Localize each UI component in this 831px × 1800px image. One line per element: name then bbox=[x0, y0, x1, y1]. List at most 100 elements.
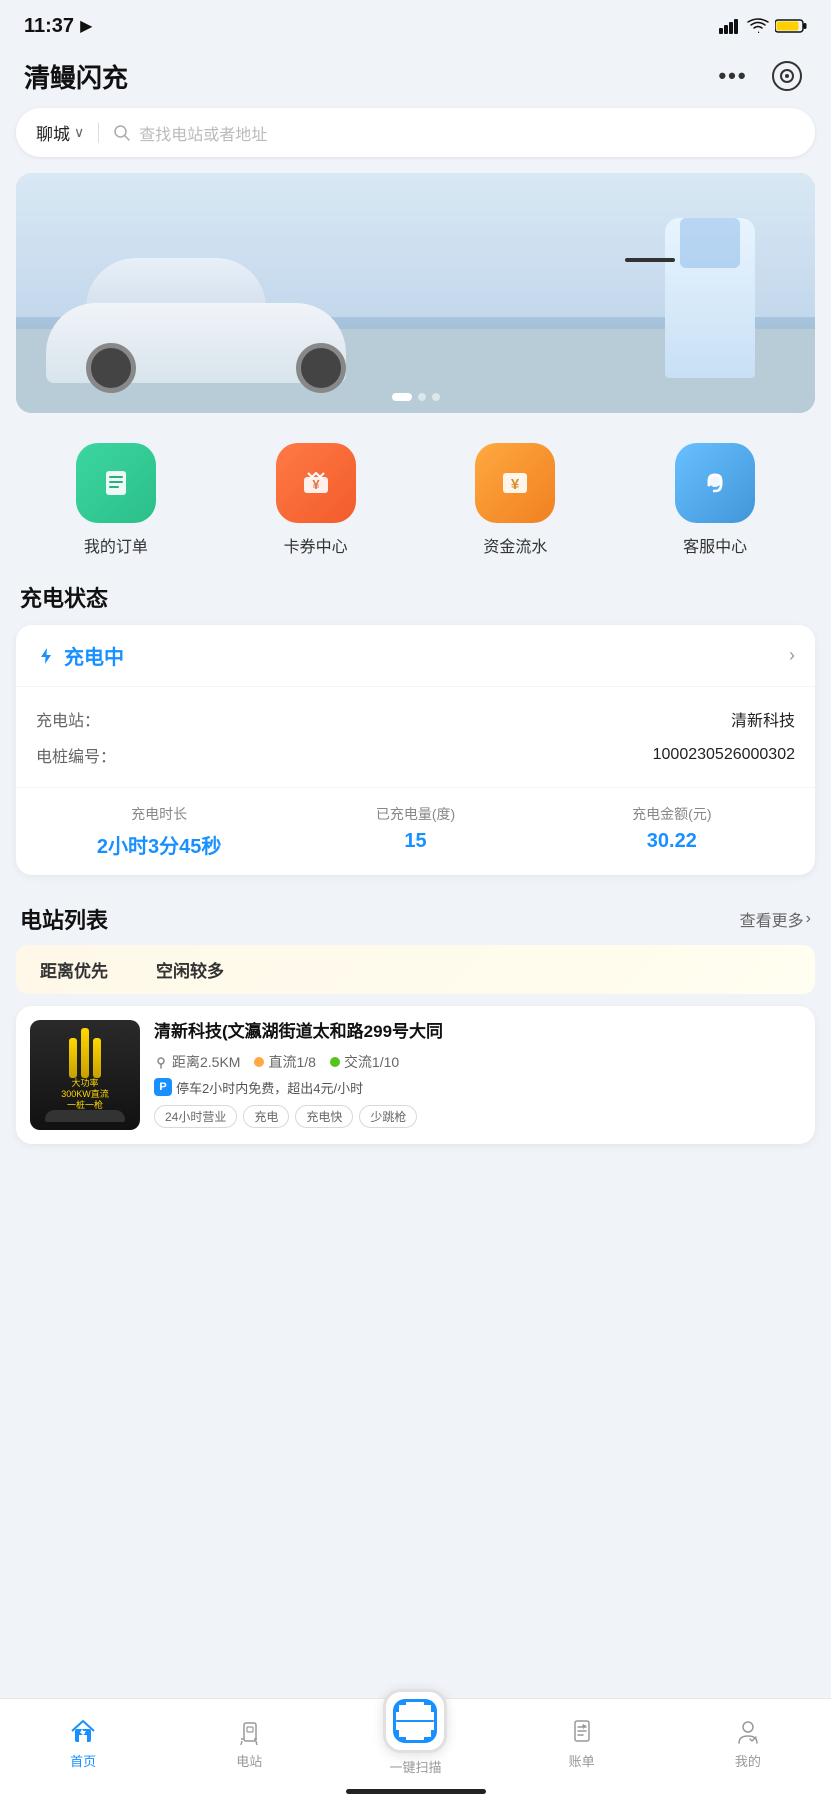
banner-dot-3 bbox=[432, 393, 440, 401]
location-text: 聊城 bbox=[36, 120, 70, 145]
funds-label: 资金流水 bbox=[483, 533, 547, 557]
station-image: 大功率 300KW直流 一桩一枪 bbox=[30, 1020, 140, 1130]
ac-item: 交流1/10 bbox=[330, 1052, 399, 1072]
dc-item: 直流1/8 bbox=[254, 1052, 315, 1072]
quick-action-service[interactable]: 客服中心 bbox=[675, 443, 755, 557]
pile-label: 电桩编号： bbox=[36, 743, 116, 767]
station-label: 电站 bbox=[236, 1751, 262, 1770]
search-icon bbox=[113, 124, 131, 142]
charging-header[interactable]: 充电中 › bbox=[16, 625, 815, 687]
banner-dot-2 bbox=[418, 393, 426, 401]
duration-label: 充电时长 bbox=[131, 804, 187, 824]
stat-energy: 已充电量(度) 15 bbox=[292, 804, 538, 859]
status-icons bbox=[719, 18, 807, 34]
nav-home[interactable]: 首页 bbox=[43, 1715, 123, 1770]
station-icon bbox=[233, 1715, 265, 1747]
orders-icon bbox=[76, 443, 156, 523]
nav-mine[interactable]: 我的 bbox=[708, 1715, 788, 1770]
station-name: 清新科技 bbox=[731, 707, 795, 731]
funds-icon: ¥ bbox=[475, 443, 555, 523]
station-tags: 24小时营业 充电 充电快 少跳枪 bbox=[154, 1105, 801, 1128]
tag-gun: 少跳枪 bbox=[359, 1105, 417, 1128]
status-time: 11:37 bbox=[24, 15, 74, 38]
charging-section-header: 充电状态 bbox=[0, 577, 831, 625]
tag-charge: 充电 bbox=[243, 1105, 289, 1128]
distance-text: 距离2.5KM bbox=[172, 1052, 240, 1072]
cards-label: 卡券中心 bbox=[284, 533, 348, 557]
charging-arrow-icon: › bbox=[789, 645, 795, 666]
tag-fast: 充电快 bbox=[295, 1105, 353, 1128]
station-name-0: 清新科技(文瀛湖街道太和路299号大同 bbox=[154, 1020, 801, 1044]
see-more-button[interactable]: 查看更多 › bbox=[740, 907, 811, 931]
chevron-down-icon: ∨ bbox=[74, 124, 84, 141]
banner-dot-1 bbox=[392, 393, 412, 401]
pile-number: 1000230526000302 bbox=[653, 746, 795, 764]
pile-row: 电桩编号： 1000230526000302 bbox=[36, 737, 795, 773]
home-label: 首页 bbox=[70, 1751, 96, 1770]
stat-duration: 充电时长 2小时3分45秒 bbox=[36, 804, 282, 859]
charging-card: 充电中 › 充电站： 清新科技 电桩编号： 1000230526000302 充… bbox=[16, 625, 815, 875]
scan-circle-icon bbox=[771, 60, 803, 92]
svg-text:¥: ¥ bbox=[511, 476, 520, 493]
station-label: 充电站： bbox=[36, 707, 100, 731]
charging-stats: 充电时长 2小时3分45秒 已充电量(度) 15 充电金额(元) 30.22 bbox=[16, 787, 815, 875]
nav-scan[interactable]: 一键扫描 bbox=[375, 1709, 455, 1776]
parking-info: P 停车2小时内免费，超出4元/小时 bbox=[154, 1078, 801, 1097]
station-row: 充电站： 清新科技 bbox=[36, 701, 795, 737]
scan-button[interactable] bbox=[383, 1689, 447, 1753]
ac-text: 交流1/10 bbox=[344, 1052, 399, 1072]
charging-title: 充电状态 bbox=[20, 581, 108, 613]
service-icon bbox=[675, 443, 755, 523]
distance-item: 距离2.5KM bbox=[154, 1052, 240, 1072]
amount-label: 充电金额(元) bbox=[632, 804, 711, 824]
filter-idle[interactable]: 空闲较多 bbox=[132, 945, 248, 994]
quick-action-funds[interactable]: ¥ 资金流水 bbox=[475, 443, 555, 557]
stat-amount: 充电金额(元) 30.22 bbox=[549, 804, 795, 859]
signal-icon bbox=[719, 18, 741, 34]
filter-tabs: 距离优先 空闲较多 bbox=[16, 945, 815, 994]
wifi-icon bbox=[747, 18, 769, 34]
mine-label: 我的 bbox=[735, 1751, 761, 1770]
dc-text: 直流1/8 bbox=[268, 1052, 315, 1072]
bottom-nav: 首页 电站 一键扫描 bbox=[0, 1698, 831, 1800]
search-bar[interactable]: 聊城 ∨ 查找电站或者地址 bbox=[16, 108, 815, 157]
charging-info: 充电站： 清新科技 电桩编号： 1000230526000302 bbox=[16, 687, 815, 787]
more-button[interactable]: ••• bbox=[713, 56, 753, 96]
lightning-icon bbox=[36, 646, 56, 666]
station-card-0[interactable]: 大功率 300KW直流 一桩一枪 清新科技(文瀛湖街道太和路299号大同 距离2… bbox=[16, 1006, 815, 1144]
chevron-right-icon: › bbox=[806, 910, 811, 928]
home-indicator bbox=[346, 1789, 486, 1794]
scan-header-button[interactable] bbox=[767, 56, 807, 96]
mine-icon bbox=[732, 1715, 764, 1747]
station-list-header: 电站列表 查看更多 › bbox=[0, 895, 831, 945]
energy-value: 15 bbox=[404, 830, 426, 853]
svg-text:¥: ¥ bbox=[312, 477, 320, 492]
quick-actions: 我的订单 ¥ 卡券中心 ¥ 资金流水 bbox=[0, 433, 831, 577]
home-icon bbox=[67, 1715, 99, 1747]
parking-icon: P bbox=[154, 1078, 172, 1096]
quick-action-cards[interactable]: ¥ 卡券中心 bbox=[276, 443, 356, 557]
orders-label: 我的订单 bbox=[84, 533, 148, 557]
battery-icon bbox=[775, 18, 807, 34]
parking-text: 停车2小时内免费，超出4元/小时 bbox=[176, 1078, 363, 1097]
nav-station[interactable]: 电站 bbox=[209, 1715, 289, 1770]
amount-value: 30.22 bbox=[647, 830, 697, 853]
search-input-area[interactable]: 查找电站或者地址 bbox=[113, 121, 795, 145]
banner-dots bbox=[392, 393, 440, 401]
energy-label: 已充电量(度) bbox=[376, 804, 455, 824]
nav-bill[interactable]: 账单 bbox=[542, 1715, 622, 1770]
search-placeholder: 查找电站或者地址 bbox=[139, 121, 267, 145]
status-bar: 11:37 ▶ bbox=[0, 0, 831, 48]
station-info: 清新科技(文瀛湖街道太和路299号大同 距离2.5KM 直流1/8 交流1/10 bbox=[154, 1020, 801, 1130]
bill-icon bbox=[566, 1715, 598, 1747]
scan-label: 一键扫描 bbox=[389, 1757, 441, 1776]
search-divider bbox=[98, 123, 99, 143]
location-arrow-icon: ▶ bbox=[80, 16, 92, 36]
charging-status: 充电中 bbox=[36, 641, 124, 670]
nav-bar: 清鳗闪充 ••• bbox=[0, 48, 831, 108]
filter-distance[interactable]: 距离优先 bbox=[16, 945, 132, 994]
service-label: 客服中心 bbox=[683, 533, 747, 557]
quick-action-orders[interactable]: 我的订单 bbox=[76, 443, 156, 557]
location-selector[interactable]: 聊城 ∨ bbox=[36, 120, 84, 145]
cards-icon: ¥ bbox=[276, 443, 356, 523]
